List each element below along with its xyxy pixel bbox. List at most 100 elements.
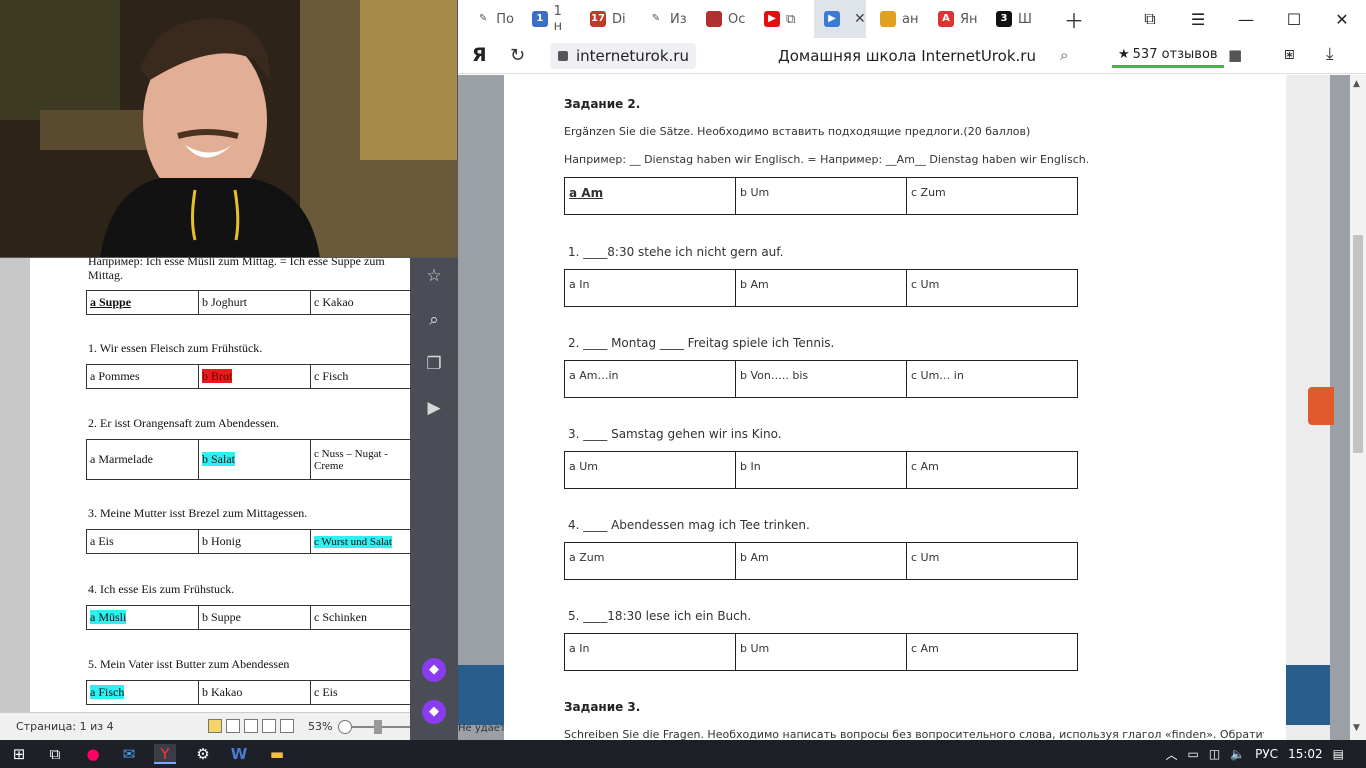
tab-label: Ш	[1018, 11, 1032, 27]
word-cell: b Salat	[202, 452, 235, 466]
tab[interactable]: ▶ ⧉	[754, 0, 810, 38]
clock[interactable]: 15:02	[1288, 747, 1323, 761]
zoom-level[interactable]: 53%	[308, 720, 332, 733]
word-status-bar: Страница: 1 из 4 53%	[0, 712, 460, 740]
options-table: a In b Um c Am	[564, 633, 1078, 671]
zoom-slider[interactable]	[338, 720, 418, 734]
scrollbar-thumb[interactable]	[1353, 235, 1363, 453]
network-icon[interactable]: ◫	[1209, 747, 1220, 761]
option-cell: b Von….. bis	[735, 360, 907, 398]
option-cell: a Um	[564, 451, 736, 489]
firefox-icon[interactable]: ●	[82, 744, 104, 764]
youtube-icon: ▶	[764, 11, 780, 27]
download-icon[interactable]: ⤓	[1326, 44, 1334, 64]
word-icon[interactable]: W	[228, 744, 250, 764]
search-icon[interactable]: ⌕	[1060, 46, 1068, 64]
yandex-logo[interactable]: Я	[472, 44, 487, 66]
alice-icon[interactable]: ◆	[422, 658, 446, 682]
bookmark-icon[interactable]: ■	[1228, 46, 1242, 64]
close-icon[interactable]: ✕	[1318, 0, 1366, 38]
tab-favicon-icon: A	[938, 11, 954, 27]
page-count[interactable]: Страница: 1 из 4	[16, 720, 114, 733]
video-icon[interactable]: ▶	[424, 398, 444, 418]
star-icon[interactable]: ☆	[424, 266, 444, 286]
option-cell: a In	[564, 269, 736, 307]
volume-icon[interactable]: 🔈	[1230, 747, 1245, 761]
search-page-icon[interactable]: ⌕	[424, 310, 444, 330]
tab[interactable]: A Ян	[928, 0, 982, 38]
next-task-title: Задание 3.	[564, 700, 641, 714]
word-cell: c Eis	[310, 680, 411, 705]
word-table: a Pommes b Brot c Fisch	[86, 364, 411, 389]
option-cell: b In	[735, 451, 907, 489]
word-cell: a Pommes	[86, 364, 199, 389]
tab[interactable]: 3 Ш	[986, 0, 1040, 38]
reload-icon[interactable]: ↻	[510, 45, 525, 66]
battery-icon[interactable]: ▭	[1187, 747, 1198, 761]
yandex-browser-icon[interactable]: Y	[154, 744, 176, 764]
word-example-table: a Suppe b Joghurt c Kakao	[86, 290, 411, 315]
print-layout-view-button[interactable]	[208, 719, 222, 733]
collections-icon[interactable]: ❐	[424, 354, 444, 374]
task-document: Задание 2. Ergänzen Sie die Sätze. Необх…	[504, 75, 1286, 741]
reading-view-button[interactable]	[226, 719, 240, 733]
tab-favicon-icon: 3	[996, 11, 1012, 27]
url-field[interactable]: interneturok.ru	[550, 43, 696, 69]
web-view-button[interactable]	[244, 719, 258, 733]
tab-active[interactable]: ▶ ✕	[814, 0, 866, 38]
scroll-up-icon[interactable]: ▲	[1353, 79, 1360, 89]
word-table: a Müsli b Suppe c Schinken	[86, 605, 411, 630]
option-cell: a Am	[564, 177, 736, 215]
chat-widget-button[interactable]	[1308, 387, 1334, 425]
tab[interactable]: 1 1 н	[522, 0, 574, 38]
new-tab-button[interactable]: ＋	[1054, 0, 1084, 38]
tab[interactable]: ✎ Из	[638, 0, 690, 38]
minimize-icon[interactable]: —	[1222, 0, 1270, 38]
word-cell: c Schinken	[310, 605, 411, 630]
extension-icon[interactable]: ⧆	[1284, 44, 1295, 64]
draft-view-button[interactable]	[280, 719, 294, 733]
question-text: 2. ____ Montag ____ Freitag spiele ich T…	[568, 336, 835, 350]
tabs-panel-icon[interactable]: ⧉	[1126, 0, 1174, 38]
maximize-icon[interactable]: ☐	[1270, 0, 1318, 38]
tab[interactable]: ан	[870, 0, 924, 38]
word-cell: a Fisch	[90, 685, 125, 699]
notifications-icon[interactable]: ▤	[1333, 747, 1344, 761]
reviews-badge[interactable]: ★ 537 отзывов	[1112, 44, 1224, 68]
tab[interactable]: ✎ По	[466, 0, 514, 38]
option-cell: c Am	[906, 451, 1078, 489]
tab[interactable]: 17 Di	[580, 0, 632, 38]
address-bar: Я ↻ interneturok.ru Домашняя школа Inter…	[458, 38, 1366, 74]
keyboard-language[interactable]: РУС	[1255, 747, 1278, 761]
outline-view-button[interactable]	[262, 719, 276, 733]
settings-icon[interactable]: ⚙	[192, 744, 214, 764]
chevron-up-icon[interactable]: ︿	[1165, 746, 1177, 763]
page-scrollbar[interactable]: ▲ ▼	[1350, 75, 1366, 740]
zoom-out-button[interactable]	[338, 720, 352, 734]
option-cell: b Um	[735, 633, 907, 671]
mail-icon[interactable]: ✉	[118, 744, 140, 764]
close-tab-icon[interactable]: ✕	[854, 11, 866, 27]
zoom-slider-handle[interactable]	[374, 720, 382, 734]
option-cell: c Um… in	[906, 360, 1078, 398]
windows-start-icon[interactable]: ⊞	[8, 744, 30, 764]
browser-side-panel: ☆ ⌕ ❐ ▶ ◆ ◆	[410, 258, 458, 740]
scroll-down-icon[interactable]: ▼	[1353, 723, 1360, 733]
tab[interactable]: Ос	[696, 0, 746, 38]
view-buttons	[208, 719, 294, 733]
options-table: a Zum b Am c Um	[564, 542, 1078, 580]
reviews-count: 537 отзывов	[1132, 47, 1218, 62]
word-sentence: 1. Wir essen Fleisch zum Frühstück.	[88, 341, 263, 355]
lock-icon	[558, 51, 568, 61]
option-cell: c Um	[906, 542, 1078, 580]
question-text: 3. ____ Samstag gehen wir ins Kino.	[568, 427, 782, 441]
word-table: a Fisch b Kakao c Eis	[86, 680, 411, 705]
alice-assistant-icon[interactable]: ◆	[422, 700, 446, 724]
task-view-icon[interactable]: ⧉	[44, 744, 66, 764]
menu-icon[interactable]: ☰	[1174, 0, 1222, 38]
word-cell: a Marmelade	[86, 439, 199, 480]
task-instruction: Ergänzen Sie die Sätze. Необходимо встав…	[564, 125, 1031, 138]
option-cell: a Am…in	[564, 360, 736, 398]
file-explorer-icon[interactable]: ▬	[266, 744, 288, 764]
tab-label: Ян	[960, 11, 978, 27]
